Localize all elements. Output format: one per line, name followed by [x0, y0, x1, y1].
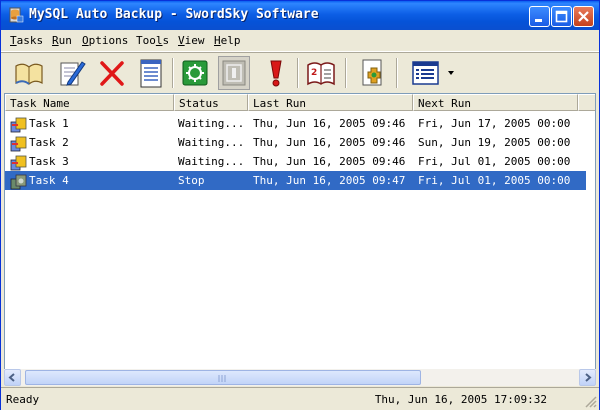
- view-list-icon: [412, 61, 439, 85]
- toolbar-separator: [345, 58, 347, 88]
- close-button[interactable]: [573, 6, 594, 27]
- list-header: Task Name Status Last Run Next Run: [5, 94, 595, 111]
- app-database-icon: [9, 7, 24, 23]
- task-stopped-icon: [10, 174, 27, 190]
- close-icon: [578, 11, 589, 22]
- task-last-run: Thu, Jun 16, 2005 09:46: [253, 155, 406, 168]
- table-row-selected[interactable]: Task 4 Stop Thu, Jun 16, 2005 09:47 Fri,…: [5, 171, 586, 190]
- status-bar: Ready Thu, Jun 16, 2005 17:09:32: [1, 387, 599, 410]
- chevron-left-icon: [8, 373, 15, 382]
- maximize-button[interactable]: [551, 6, 572, 27]
- alert-button[interactable]: [260, 56, 292, 90]
- menu-bar: Tasks Run Options Tools View Help: [1, 30, 599, 52]
- properties-button[interactable]: [135, 56, 167, 90]
- task-status: Waiting...: [178, 155, 245, 168]
- open-task-button[interactable]: [13, 56, 45, 90]
- task-status: Waiting...: [178, 117, 245, 130]
- task-status: Waiting...: [178, 136, 245, 149]
- task-waiting-icon: [10, 136, 27, 152]
- chevron-right-icon: [585, 373, 592, 382]
- task-last-run: Thu, Jun 16, 2005 09:46: [253, 117, 406, 130]
- run-task-button[interactable]: [179, 56, 211, 90]
- edit-pencil-icon: [60, 61, 86, 86]
- toolbar-separator: [172, 58, 174, 88]
- edit-task-button[interactable]: [56, 56, 88, 90]
- horizontal-scrollbar[interactable]: [4, 369, 596, 386]
- column-header-last-run[interactable]: Last Run: [248, 94, 413, 111]
- title-bar[interactable]: MySQL Auto Backup - SwordSky Software: [1, 1, 599, 30]
- menu-view[interactable]: View: [178, 34, 205, 47]
- scroll-left-button[interactable]: [4, 369, 21, 386]
- run-gear-icon: [182, 60, 208, 86]
- stop-icon: [222, 60, 246, 86]
- calendar-book-icon: 2: [307, 62, 335, 86]
- status-text: Ready: [6, 393, 40, 406]
- menu-run[interactable]: Run: [52, 34, 72, 47]
- task-name: Task 2: [29, 136, 69, 149]
- task-status: Stop: [178, 174, 205, 187]
- grip-icon: [218, 375, 226, 382]
- table-row[interactable]: Task 2 Waiting... Thu, Jun 16, 2005 09:4…: [5, 133, 595, 152]
- column-header-next-run[interactable]: Next Run: [413, 94, 578, 111]
- chevron-down-icon[interactable]: [447, 70, 455, 76]
- delete-task-button[interactable]: [96, 56, 128, 90]
- menu-help[interactable]: Help: [214, 34, 241, 47]
- task-last-run: Thu, Jun 16, 2005 09:47: [253, 174, 406, 187]
- minimize-button[interactable]: [529, 6, 550, 27]
- view-options-button[interactable]: [410, 56, 442, 90]
- menu-tools[interactable]: Tools: [136, 34, 169, 47]
- status-clock: Thu, Jun 16, 2005 17:09:32: [374, 393, 547, 406]
- window-title: MySQL Auto Backup - SwordSky Software: [29, 7, 319, 22]
- column-header-status[interactable]: Status: [174, 94, 248, 111]
- menu-tasks[interactable]: Tasks: [10, 34, 43, 47]
- task-next-run: Fri, Jul 01, 2005 00:00: [418, 174, 571, 187]
- menu-options[interactable]: Options: [82, 34, 128, 47]
- open-book-icon: [15, 63, 43, 85]
- scrollbar-thumb[interactable]: [25, 370, 421, 385]
- toolbar-separator: [297, 58, 299, 88]
- task-next-run: Fri, Jul 01, 2005 00:00: [418, 155, 571, 168]
- toolbar-separator: [396, 58, 398, 88]
- alert-exclamation-icon: [270, 60, 282, 87]
- column-header-task-name[interactable]: Task Name: [5, 94, 174, 111]
- delete-x-icon: [100, 61, 124, 86]
- task-name: Task 1: [29, 117, 69, 130]
- task-name: Task 4: [29, 174, 69, 187]
- scroll-right-button[interactable]: [579, 369, 596, 386]
- task-next-run: Fri, Jun 17, 2005 00:00: [418, 117, 571, 130]
- maximize-icon: [555, 10, 568, 23]
- column-header-filler: [578, 94, 595, 111]
- minimize-icon: [535, 19, 542, 22]
- plugins-button[interactable]: [357, 56, 389, 90]
- task-last-run: Thu, Jun 16, 2005 09:46: [253, 136, 406, 149]
- app-window: MySQL Auto Backup - SwordSky Software Ta…: [0, 0, 600, 410]
- svg-text:2: 2: [311, 68, 317, 78]
- table-row[interactable]: Task 3 Waiting... Thu, Jun 16, 2005 09:4…: [5, 152, 595, 171]
- task-name: Task 3: [29, 155, 69, 168]
- document-icon: [140, 59, 162, 88]
- task-waiting-icon: [10, 117, 27, 133]
- task-list[interactable]: Task Name Status Last Run Next Run Task …: [4, 93, 596, 383]
- stop-task-button[interactable]: [218, 56, 250, 90]
- task-waiting-icon: [10, 155, 27, 171]
- table-row[interactable]: Task 1 Waiting... Thu, Jun 16, 2005 09:4…: [5, 114, 595, 133]
- toolbar: 2: [1, 52, 599, 93]
- schedule-button[interactable]: 2: [305, 56, 337, 90]
- plugin-document-icon: [362, 59, 382, 86]
- task-next-run: Sun, Jun 19, 2005 00:00: [418, 136, 571, 149]
- resize-grip-icon[interactable]: [583, 394, 597, 408]
